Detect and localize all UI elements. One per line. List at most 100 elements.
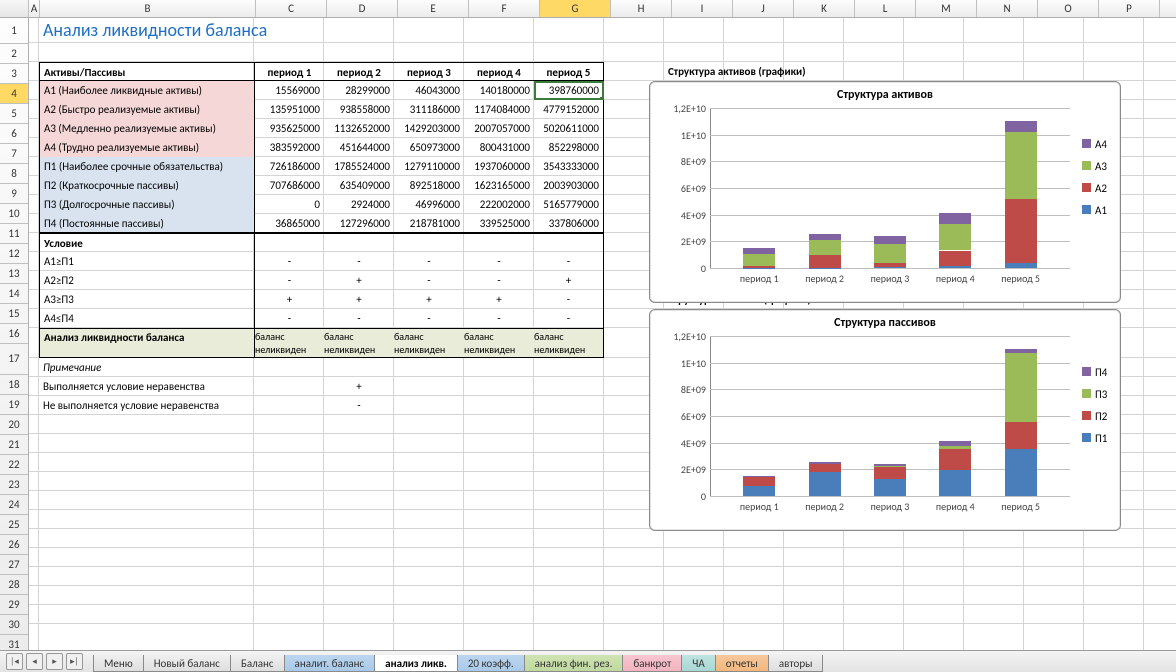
cell-grid[interactable]: Анализ ликвидности балансаАктивы/Пассивы… <box>29 18 1176 652</box>
col-header-F[interactable]: F <box>469 0 540 17</box>
liab-val-3-4: 337806000 <box>534 214 604 233</box>
row-header-14[interactable]: 14 <box>0 284 28 304</box>
bar-А2-0 <box>743 266 775 268</box>
sheet-tab-9[interactable]: отчеты <box>715 655 769 672</box>
row-header-2[interactable]: 2 <box>0 44 28 64</box>
row-header-8[interactable]: 8 <box>0 164 28 184</box>
bar-А3-3 <box>939 224 971 251</box>
ytick: 4E+09 <box>681 209 706 222</box>
col-header-A[interactable]: A <box>29 0 40 17</box>
sheet-tab-1[interactable]: Новый баланс <box>143 655 231 672</box>
xtick: период 5 <box>996 272 1046 285</box>
bar-П2-0 <box>743 477 775 486</box>
row-header-19[interactable]: 19 <box>0 395 28 415</box>
tab-next-icon[interactable]: ▸ <box>46 653 63 670</box>
sheet-tab-7[interactable]: банкрот <box>622 655 682 672</box>
col-header-G[interactable]: G <box>540 0 611 17</box>
bar-А3-1 <box>809 240 841 255</box>
col-header-D[interactable]: D <box>327 0 398 17</box>
row-header-23[interactable]: 23 <box>0 475 28 495</box>
row-header-29[interactable]: 29 <box>0 595 28 615</box>
select-all-corner[interactable] <box>0 0 29 17</box>
sheet-tab-3[interactable]: аналит. баланс <box>284 655 376 672</box>
sheet-tab-0[interactable]: Меню <box>93 655 144 672</box>
row-header-21[interactable]: 21 <box>0 435 28 455</box>
col-header-I[interactable]: I <box>672 0 733 17</box>
ytick: 6E+09 <box>681 410 706 423</box>
column-headers: ABCDEFGHIJKLMNOP <box>0 0 1176 18</box>
row-header-30[interactable]: 30 <box>0 615 28 635</box>
row-header-20[interactable]: 20 <box>0 415 28 435</box>
row-header-22[interactable]: 22 <box>0 455 28 475</box>
row-header-10[interactable]: 10 <box>0 204 28 224</box>
asset-val-1-0: 135951000 <box>254 100 324 119</box>
col-header-K[interactable]: K <box>794 0 855 17</box>
row-header-17[interactable]: 17 <box>0 344 28 375</box>
chart-liabilities[interactable]: Структура пассивов02E+094E+096E+098E+091… <box>649 309 1121 531</box>
row-header-1[interactable]: 1 <box>0 18 28 44</box>
cond-val-1-3: - <box>464 271 534 290</box>
row-header-25[interactable]: 25 <box>0 515 28 535</box>
row-header-11[interactable]: 11 <box>0 224 28 244</box>
sheet-tab-6[interactable]: анализ фин. рез. <box>524 655 624 672</box>
tab-prev-icon[interactable]: ◂ <box>26 653 43 670</box>
row-header-18[interactable]: 18 <box>0 375 28 395</box>
row-header-28[interactable]: 28 <box>0 575 28 595</box>
col-header-L[interactable]: L <box>855 0 916 17</box>
row-header-5[interactable]: 5 <box>0 104 28 124</box>
bar-А4-2 <box>874 236 906 245</box>
chart-assets[interactable]: Структура активов02E+094E+096E+098E+091E… <box>649 81 1121 303</box>
hdr-period-3: период 3 <box>394 62 464 81</box>
asset-val-2-2: 1429203000 <box>394 119 464 138</box>
row-header-9[interactable]: 9 <box>0 184 28 204</box>
bar-П4-1 <box>809 462 841 464</box>
cond-val-1-1: + <box>324 271 394 290</box>
tab-last-icon[interactable]: ▸| <box>66 653 83 670</box>
row-header-12[interactable]: 12 <box>0 244 28 264</box>
cond-val-3-4: - <box>534 309 604 328</box>
tab-first-icon[interactable]: |◂ <box>6 653 23 670</box>
asset-val-0-0: 15569000 <box>254 81 324 100</box>
sheet-tab-10[interactable]: авторы <box>768 655 824 672</box>
asset-val-0-1: 28299000 <box>324 81 394 100</box>
ytick: 2E+09 <box>681 235 706 248</box>
sheet-tab-4[interactable]: анализ ликв. <box>374 655 458 672</box>
cond-val-3-3: - <box>464 309 534 328</box>
col-header-C[interactable]: C <box>256 0 327 17</box>
col-header-O[interactable]: O <box>1038 0 1099 17</box>
sheet-tab-2[interactable]: Баланс <box>230 655 285 672</box>
row-header-13[interactable]: 13 <box>0 264 28 284</box>
row-header-15[interactable]: 15 <box>0 304 28 324</box>
row-header-4[interactable]: 4 <box>0 84 28 104</box>
liab-val-2-2: 46996000 <box>394 195 464 214</box>
cond-val-1-0: - <box>254 271 324 290</box>
col-header-N[interactable]: N <box>977 0 1038 17</box>
col-header-J[interactable]: J <box>733 0 794 17</box>
sheet-tab-8[interactable]: ЧА <box>681 655 715 672</box>
bar-П2-3 <box>939 449 971 471</box>
bar-А3-0 <box>743 254 775 266</box>
row-header-6[interactable]: 6 <box>0 124 28 144</box>
bar-А2-1 <box>809 255 841 268</box>
sheet-tab-5[interactable]: 20 коэфф. <box>457 655 525 672</box>
cond-name-2: А3≥П3 <box>39 290 254 309</box>
bar-П2-2 <box>874 467 906 479</box>
bar-А4-1 <box>809 234 841 240</box>
cond-hdr: Условие <box>39 233 254 252</box>
col-header-H[interactable]: H <box>611 0 672 17</box>
row-header-26[interactable]: 26 <box>0 535 28 555</box>
row-header-24[interactable]: 24 <box>0 495 28 515</box>
analysis-val-4: баланс неликвиден <box>534 328 604 358</box>
col-header-M[interactable]: M <box>916 0 977 17</box>
row-header-16[interactable]: 16 <box>0 324 28 344</box>
ytick: 0 <box>701 262 706 275</box>
row-header-7[interactable]: 7 <box>0 144 28 164</box>
asset-name-3: А4 (Трудно реализуемые активы) <box>39 138 254 157</box>
col-header-P[interactable]: P <box>1099 0 1160 17</box>
row-header-27[interactable]: 27 <box>0 555 28 575</box>
row-header-3[interactable]: 3 <box>0 64 28 84</box>
liab-val-2-0: 0 <box>254 195 324 214</box>
col-header-E[interactable]: E <box>398 0 469 17</box>
liab-name-2: П3 (Долгосрочные пассивы) <box>39 195 254 214</box>
col-header-B[interactable]: B <box>40 0 256 17</box>
